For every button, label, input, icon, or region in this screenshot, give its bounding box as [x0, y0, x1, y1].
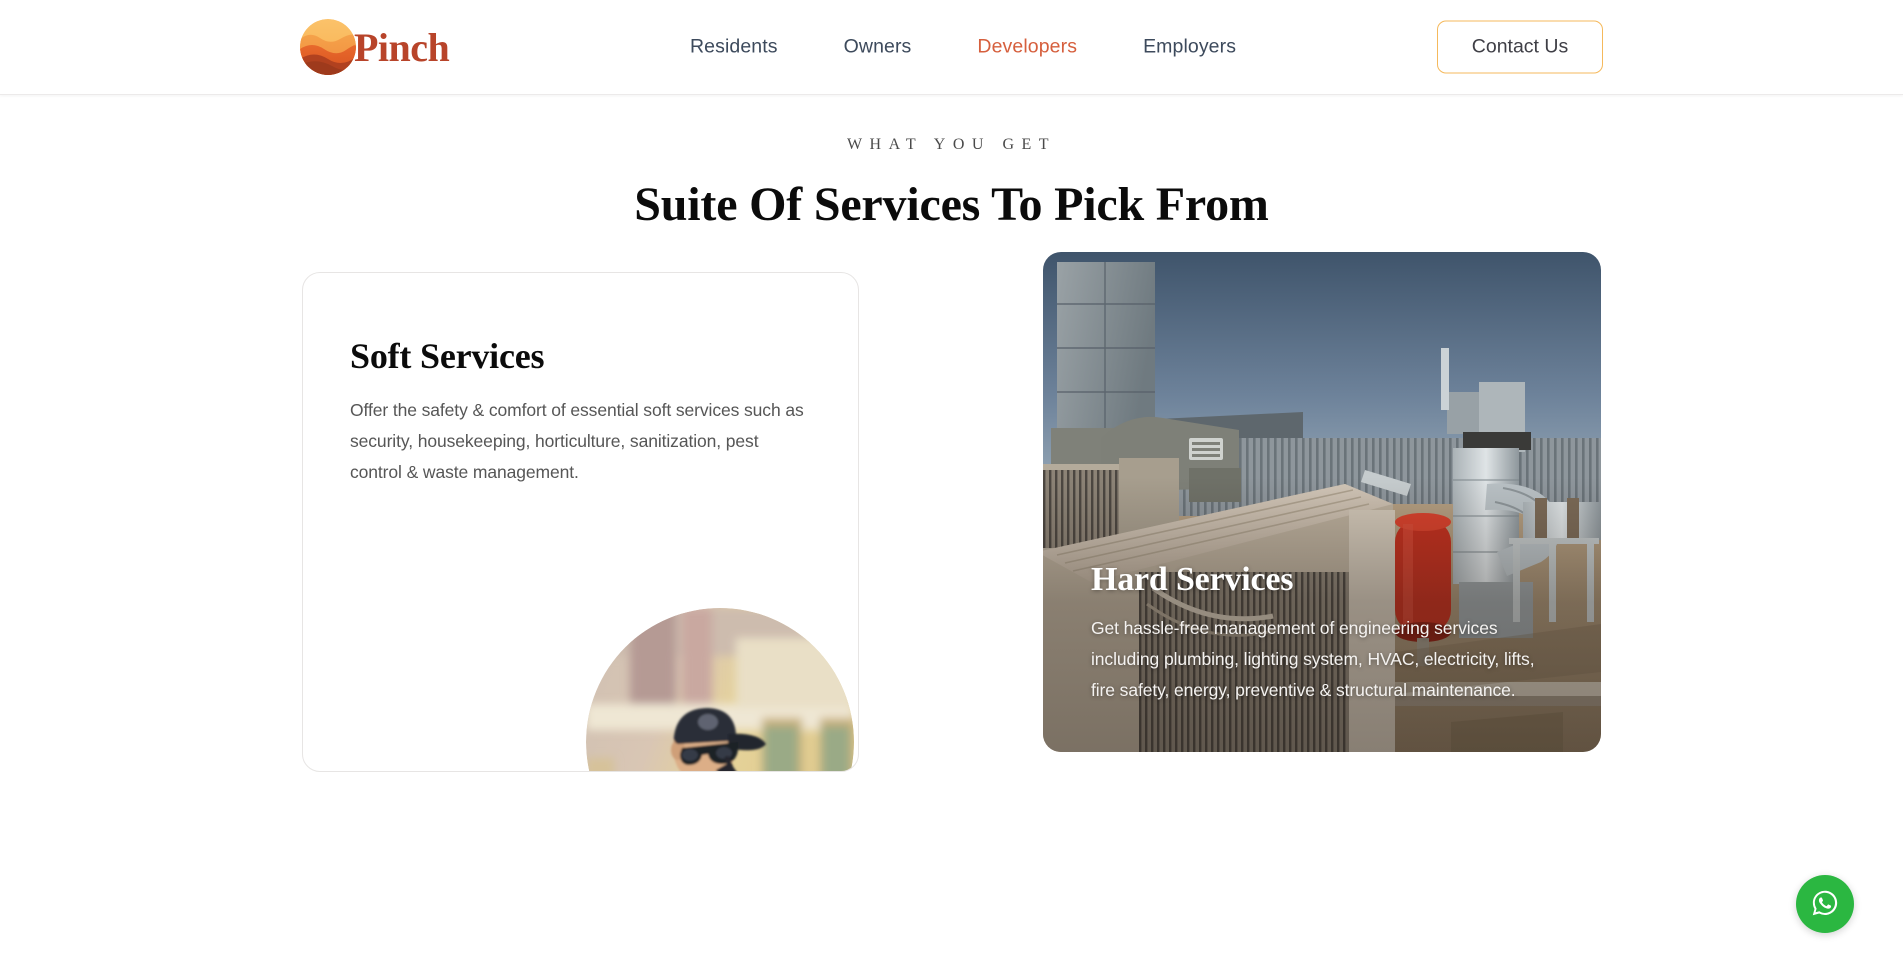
pinch-wave-circle-logo-icon [300, 19, 356, 75]
site-header: Pinch Residents Owners Developers Employ… [0, 0, 1903, 95]
section-eyebrow: WHAT YOU GET [846, 136, 1057, 153]
brand-name: Pinch [354, 24, 450, 70]
security-guard-photo-icon [586, 608, 854, 771]
nav-item-developers[interactable]: Developers [977, 36, 1077, 59]
whatsapp-chat-button[interactable] [1796, 875, 1854, 933]
brand-logo-link[interactable]: Pinch [300, 19, 450, 75]
nav-item-residents[interactable]: Residents [690, 36, 778, 59]
page-title: Suite Of Services To Pick From [634, 178, 1269, 231]
soft-services-card[interactable]: Soft Services Offer the safety & comfort… [302, 272, 859, 772]
nav-item-owners[interactable]: Owners [844, 36, 912, 59]
hard-services-description: Get hassle-free management of engineerin… [1091, 618, 1535, 700]
whatsapp-icon [1808, 886, 1842, 923]
hard-services-title: Hard Services [1091, 561, 1294, 598]
hard-services-card[interactable]: Hard Services Get hassle-free management… [1043, 252, 1601, 752]
main-navigation: Residents Owners Developers Employers [690, 36, 1236, 59]
soft-services-description: Offer the safety & comfort of essential … [350, 400, 804, 482]
contact-us-button[interactable]: Contact Us [1437, 20, 1603, 74]
nav-item-employers[interactable]: Employers [1143, 36, 1236, 59]
hard-services-text-block: Hard Services Get hassle-free management… [1091, 561, 1541, 706]
section-header: WHAT YOU GET Suite Of Services To Pick F… [0, 136, 1903, 232]
soft-services-title: Soft Services [350, 336, 545, 376]
services-card-grid: Soft Services Offer the safety & comfort… [0, 252, 1903, 852]
